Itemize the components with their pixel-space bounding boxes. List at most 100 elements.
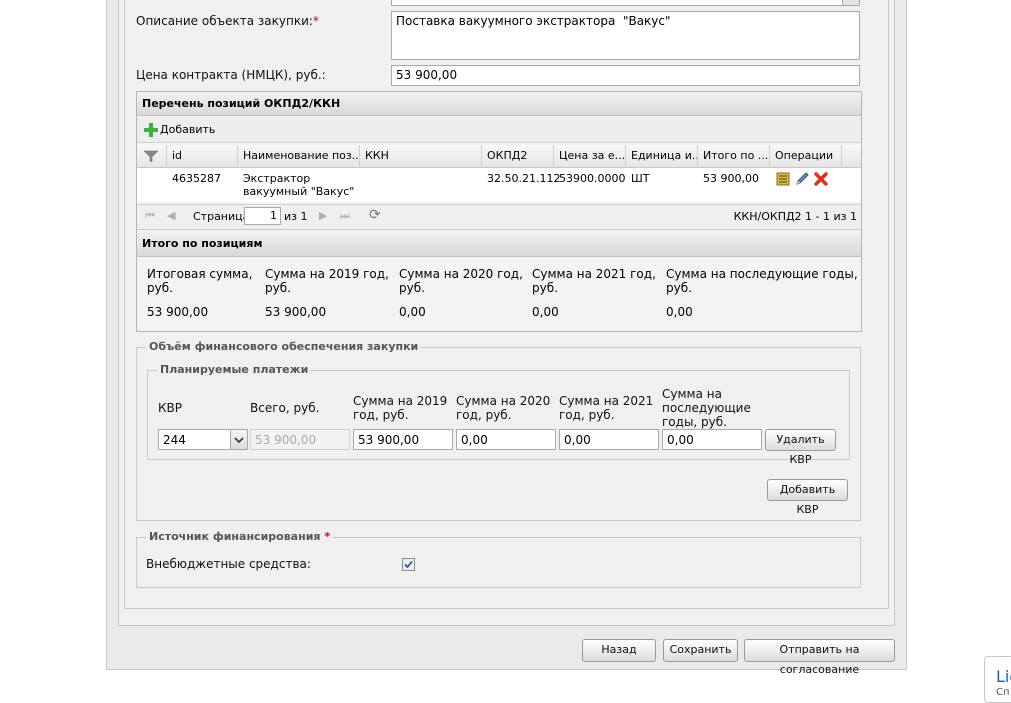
sum-2019-col-label-line1: Сумма на 2019 — [353, 394, 448, 408]
save-button[interactable]: Сохранить — [663, 639, 738, 662]
required-mark: * — [312, 14, 319, 28]
back-button[interactable]: Назад — [582, 639, 656, 662]
sum-2021-col-label-line2: год, руб. — [559, 408, 615, 422]
total-sum-label-line1: Итоговая сумма, — [147, 267, 253, 281]
column-header-operations: Операции — [770, 145, 842, 167]
plus-icon — [144, 123, 158, 137]
sum-2021-label-line2: руб. — [532, 281, 558, 295]
page-number-value: 1 — [270, 209, 277, 222]
next-page-icon[interactable]: ▶ — [319, 209, 327, 222]
price-input[interactable]: 53 900,00 — [391, 65, 860, 86]
sum-later-input-value: 0,00 — [667, 433, 694, 447]
sum-2020-label-line1: Сумма на 2020 год, — [399, 267, 523, 281]
sum-2019-input-value: 53 900,00 — [358, 433, 420, 447]
edit-pencil-icon[interactable] — [794, 171, 810, 187]
column-header-price[interactable]: Цена за е... — [554, 145, 626, 167]
total-input-value: 53 900,00 — [255, 433, 317, 447]
corner-widget[interactable]: Lig Сп — [984, 656, 1011, 703]
filter-column-header[interactable] — [137, 145, 167, 167]
sum-later-label-line2: руб. — [666, 281, 692, 295]
page-number-input[interactable]: 1 — [244, 207, 281, 225]
kvr-value: 244 — [163, 433, 186, 447]
last-page-icon[interactable]: ⏭ — [340, 209, 350, 223]
kvr-label: КВР — [158, 401, 182, 415]
cell-name-line2: вакуумный "Вакус" — [243, 185, 355, 198]
source-legend-text: Источник финансирования — [149, 530, 321, 543]
sum-2020-input[interactable]: 0,00 — [456, 429, 556, 450]
column-header-unit[interactable]: Единица и... — [626, 145, 698, 167]
sum-later-col-label-line1: Сумма на — [662, 387, 722, 401]
description-label-text: Описание объекта закупки: — [136, 14, 313, 28]
sum-later-value: 0,00 — [666, 305, 693, 319]
total-sum-label-line2: руб. — [147, 281, 173, 295]
column-header-okpd2[interactable]: ОКПД2 — [482, 145, 554, 167]
column-header-name[interactable]: Наименование поз... — [238, 145, 360, 167]
sum-2021-col-label: Сумма на 2021 год, руб. — [559, 394, 653, 422]
kvr-select[interactable]: 244 — [158, 429, 248, 450]
source-required-mark: * — [324, 530, 331, 543]
price-value: 53 900,00 — [396, 68, 458, 82]
payments-legend: Планируемые платежи — [157, 363, 312, 376]
positions-toolbar: Добавить — [137, 117, 861, 143]
document-icon[interactable] — [775, 171, 791, 187]
delete-icon[interactable] — [813, 171, 829, 187]
kvr-dropdown-trigger[interactable] — [230, 430, 247, 449]
sum-2019-input[interactable]: 53 900,00 — [353, 429, 453, 450]
column-header-total[interactable]: Итого по ... — [698, 145, 770, 167]
positions-grid-title: Перечень позиций ОКПД2/ККН — [137, 92, 861, 116]
total-sum-value: 53 900,00 — [147, 305, 209, 319]
description-textarea[interactable]: Поставка вакуумного экстрактора "Вакус" — [391, 11, 860, 60]
refresh-icon[interactable]: ⟳ — [369, 207, 381, 223]
cell-name: Экстрактор вакуумный "Вакус" — [243, 172, 354, 198]
prev-page-icon[interactable]: ◀ — [167, 209, 175, 222]
description-label: Описание объекта закупки:* — [136, 14, 319, 28]
sum-2019-col-label-line2: год, руб. — [353, 408, 409, 422]
corner-widget-text: Lig — [996, 667, 1011, 686]
totals-title: Итого по позициям — [137, 231, 861, 257]
offbudget-label: Внебюджетные средства: — [146, 557, 311, 571]
sum-2021-value: 0,00 — [532, 305, 559, 319]
sum-2021-label-line1: Сумма на 2021 год, — [532, 267, 656, 281]
column-header-id[interactable]: id — [167, 145, 238, 167]
pager: ⏮ ◀ Страница 1 из 1 ▶ ⏭ ⟳ ККН/ОКПД2 1 - … — [137, 204, 861, 230]
positions-grid: Перечень позиций ОКПД2/ККН Добавить id Н… — [136, 91, 862, 332]
cell-total: 53 900,00 — [703, 172, 759, 185]
sum-2020-col-label-line1: Сумма на 2020 — [456, 394, 551, 408]
sum-2020-input-value: 0,00 — [461, 433, 488, 447]
price-label: Цена контракта (НМЦК), руб.: — [136, 68, 326, 82]
sum-2021-input-value: 0,00 — [564, 433, 591, 447]
sum-later-label-line1: Сумма на последующие годы, — [666, 267, 858, 281]
cell-okpd2: 32.50.21.112 — [487, 172, 561, 185]
sum-2020-col-label: Сумма на 2020 год, руб. — [456, 394, 550, 422]
sum-2020-label-line2: руб. — [399, 281, 425, 295]
add-position-label: Добавить — [160, 123, 216, 136]
sum-later-input[interactable]: 0,00 — [662, 429, 762, 450]
type-select-partial[interactable] — [391, 0, 860, 6]
sum-2019-col-label: Сумма на 2019 год, руб. — [353, 394, 447, 422]
offbudget-checkbox[interactable] — [402, 558, 415, 571]
table-row[interactable]: 4635287 Экстрактор вакуумный "Вакус" 32.… — [137, 168, 861, 202]
chevron-down-icon — [234, 437, 244, 444]
filter-icon — [143, 150, 159, 163]
checkmark-icon — [404, 560, 413, 569]
cell-unit: ШТ — [631, 172, 650, 185]
description-value: Поставка вакуумного экстрактора "Вакус" — [396, 14, 671, 28]
sum-later-col-label: Сумма на последующие годы, руб. — [662, 387, 751, 429]
sum-later-col-label-line3: годы, руб. — [662, 415, 727, 429]
delete-kvr-button[interactable]: Удалить КВР — [765, 429, 836, 466]
add-kvr-button[interactable]: Добавить КВР — [767, 479, 848, 516]
source-legend: Источник финансирования * — [146, 530, 334, 543]
column-header-kkn[interactable]: ККН — [360, 145, 482, 167]
corner-widget-subtext: Сп — [996, 687, 1010, 698]
sum-2019-label-line2: руб. — [265, 281, 291, 295]
sum-2021-input[interactable]: 0,00 — [559, 429, 659, 450]
pager-summary: ККН/ОКПД2 1 - 1 из 1 — [733, 210, 857, 223]
total-sum-label: Итоговая сумма, руб. — [147, 267, 252, 295]
first-page-icon[interactable]: ⏮ — [145, 209, 155, 223]
financing-legend: Объём финансового обеспечения закупки — [146, 340, 422, 353]
positions-header-row: id Наименование поз... ККН ОКПД2 Цена за… — [137, 145, 861, 168]
sum-2019-label-line1: Сумма на 2019 год, — [265, 267, 389, 281]
sum-2021-label: Сумма на 2021 год, руб. — [532, 267, 656, 295]
page-count-label: из 1 — [284, 210, 308, 223]
send-for-approval-button[interactable]: Отправить на согласование — [744, 639, 895, 676]
